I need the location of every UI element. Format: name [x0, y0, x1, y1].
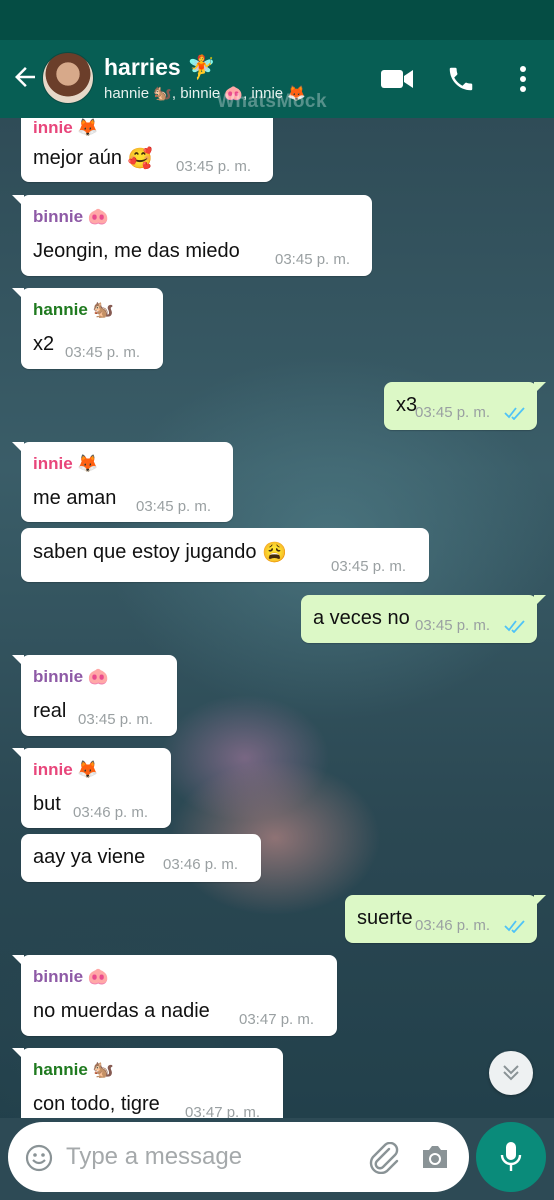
message-emoji: 😩: [262, 542, 287, 564]
message-bubble[interactable]: suerte 03:46 p. m.: [345, 895, 546, 943]
message-time: 03:45 p. m.: [65, 344, 141, 361]
message-bubble[interactable]: binnie 🐽 no muerdas a nadie 03:47 p. m.: [12, 955, 337, 1036]
message-bubble[interactable]: hannie 🐿️ con todo, tigre 03:47 p. m.: [12, 1048, 283, 1118]
sender-name: binnie 🐽: [33, 967, 109, 986]
chat-area[interactable]: innie 🦊 mejor aún 🥰 03:45 p. m. binnie 🐽…: [0, 118, 554, 1118]
message-bubble[interactable]: binnie 🐽 Jeongin, me das miedo 03:45 p. …: [12, 195, 372, 276]
message-text: con todo, tigre: [33, 1093, 160, 1115]
message-text: but: [33, 793, 61, 815]
message-input[interactable]: [64, 1136, 308, 1178]
message-bubble[interactable]: saben que estoy jugando 😩 03:45 p. m.: [21, 528, 429, 582]
camera-icon[interactable]: [420, 1144, 450, 1170]
message-time: 03:45 p. m.: [78, 711, 154, 728]
microphone-icon: [500, 1142, 522, 1171]
message-time: 03:45 p. m.: [275, 251, 351, 268]
smiley-icon[interactable]: [25, 1144, 53, 1172]
message-text: Jeongin, me das miedo: [33, 240, 240, 262]
message-text: saben que estoy jugando: [33, 540, 257, 563]
message-bubble[interactable]: innie 🦊 me aman 03:45 p. m.: [12, 442, 233, 522]
chat-header: harries 🧚 hannie 🐿️, binnie 🐽, innie 🦊 W…: [0, 40, 554, 118]
message-time: 03:45 p. m.: [415, 617, 491, 634]
message-text: no muerdas a nadie: [33, 1000, 210, 1022]
message-bubble[interactable]: innie 🦊 but 03:46 p. m.: [12, 748, 171, 828]
sender-name: hannie 🐿️: [33, 300, 114, 319]
message-emoji: 🥰: [127, 148, 153, 170]
message-bubble[interactable]: x3 03:45 p. m.: [384, 382, 546, 430]
message-bubble[interactable]: binnie 🐽 real 03:45 p. m.: [12, 655, 177, 736]
message-bubble[interactable]: a veces no 03:45 p. m.: [301, 595, 546, 643]
sender-name: innie 🦊: [33, 118, 99, 137]
group-avatar[interactable]: [42, 52, 94, 104]
read-ticks-icon: [504, 407, 525, 420]
read-ticks-icon: [504, 620, 525, 633]
message-time: 03:45 p. m.: [136, 498, 212, 515]
chevron-double-down-icon: [503, 1065, 519, 1081]
message-text: x3: [396, 394, 418, 416]
message-time: 03:47 p. m.: [239, 1011, 315, 1028]
message-text: a veces no: [313, 607, 410, 629]
message-time: 03:46 p. m.: [415, 917, 491, 934]
scroll-to-bottom-button[interactable]: [489, 1051, 533, 1095]
message-text: x2: [33, 333, 55, 355]
message-text: aay ya viene: [33, 846, 146, 868]
video-camera-icon[interactable]: [380, 64, 414, 94]
message-text: mejor aún: [33, 146, 122, 169]
phone-icon[interactable]: [444, 64, 478, 94]
sender-name: binnie 🐽: [33, 667, 109, 686]
message-bubble[interactable]: hannie 🐿️ x2 03:45 p. m.: [12, 288, 163, 369]
sender-name: binnie 🐽: [33, 207, 109, 226]
message-time: 03:46 p. m.: [163, 856, 239, 873]
message-text: suerte: [357, 907, 413, 929]
sender-name: innie 🦊: [33, 454, 99, 473]
message-input-bar: [8, 1122, 469, 1192]
message-time: 03:47 p. m.: [185, 1104, 261, 1118]
voice-message-button[interactable]: [476, 1122, 546, 1192]
read-ticks-icon: [504, 920, 525, 933]
message-time: 03:46 p. m.: [73, 804, 149, 821]
sender-name: innie 🦊: [33, 760, 99, 779]
message-text: real: [33, 700, 67, 722]
sender-name: hannie 🐿️: [33, 1060, 114, 1079]
watermark: WhatsMock: [217, 91, 328, 112]
arrow-left-icon[interactable]: [10, 62, 40, 92]
message-bubble[interactable]: innie 🦊 mejor aún 🥰 03:45 p. m.: [21, 118, 273, 182]
message-bubble[interactable]: aay ya viene 03:46 p. m.: [21, 834, 261, 882]
message-time: 03:45 p. m.: [415, 404, 491, 421]
chat-title[interactable]: harries 🧚: [104, 54, 216, 81]
status-bar: [0, 0, 554, 40]
more-vertical-icon[interactable]: [506, 64, 540, 94]
message-text: me aman: [33, 487, 117, 509]
message-time: 03:45 p. m.: [331, 558, 407, 575]
message-time: 03:45 p. m.: [176, 158, 252, 175]
paperclip-icon[interactable]: [367, 1142, 401, 1174]
